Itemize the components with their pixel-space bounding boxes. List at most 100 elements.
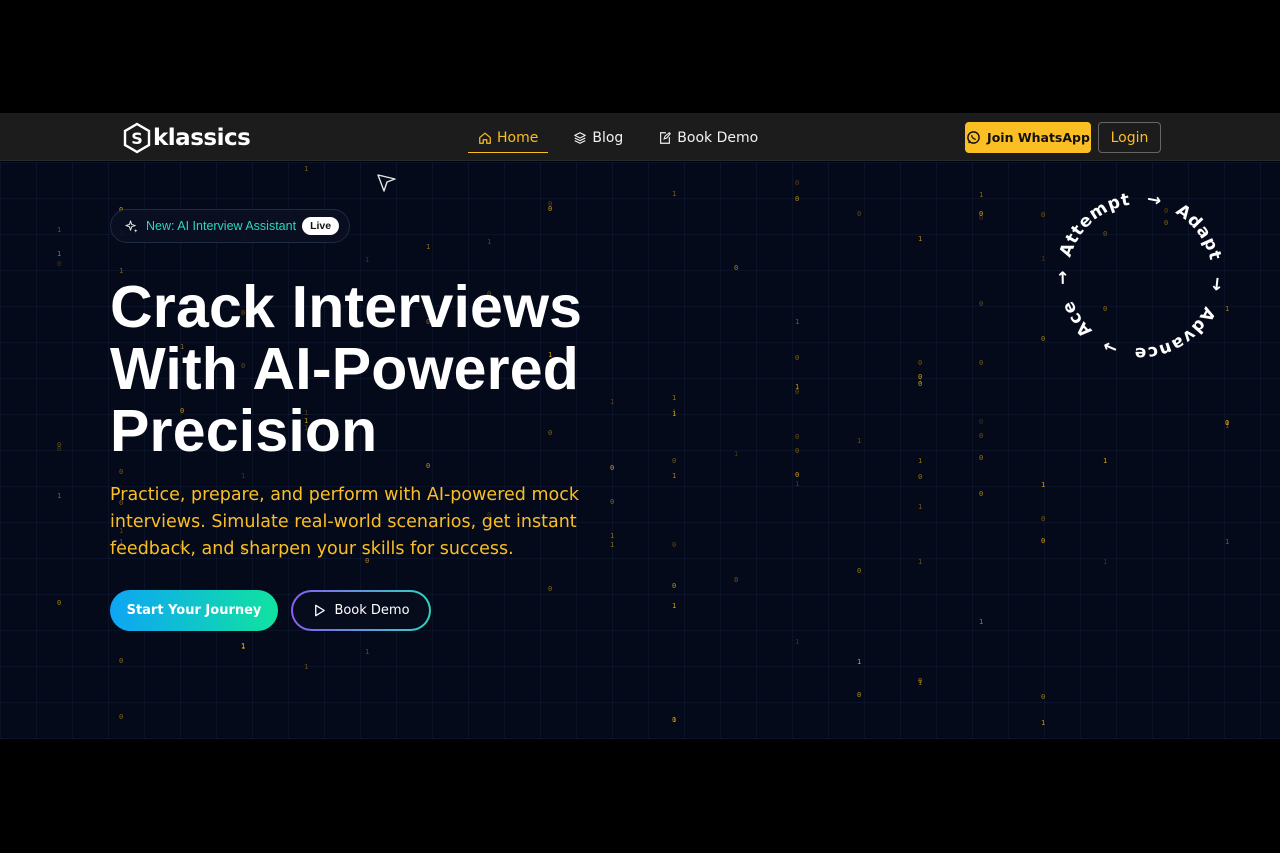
play-icon [315,604,326,617]
matrix-digit: 0 [548,585,553,593]
nav-item-home-label: Home [497,129,539,146]
matrix-digit: 0 [119,468,124,476]
matrix-digit: 1 [1041,719,1046,727]
matrix-digit: 0 [857,691,862,699]
matrix-digit: 0 [795,354,800,362]
matrix-digit: 1 [795,638,800,646]
navbar: S klassics Home Blog Book Demo Join What… [0,113,1280,161]
cycle-arrow-1: → [1145,189,1164,212]
matrix-digit: 0 [1041,515,1046,523]
matrix-digit: 1 [365,648,370,656]
matrix-digit: 1 [918,457,923,465]
cycle-arrow-2: → [1206,276,1228,293]
matrix-digit: 1 [795,318,800,326]
matrix-digit: 1 [918,679,923,687]
matrix-digit: 0 [734,264,739,272]
matrix-digit: 0 [979,418,984,426]
matrix-digit: 1 [426,243,431,251]
matrix-digit: 1 [734,450,739,458]
whatsapp-icon [967,131,980,144]
hero-subtext: Practice, prepare, and perform with AI-p… [110,485,579,559]
matrix-digit: 0 [795,433,800,441]
matrix-digit: 1 [979,191,984,199]
nav-item-home[interactable]: Home [468,123,549,153]
nav-item-book-demo-label: Book Demo [677,130,759,146]
matrix-digit: 1 [1103,558,1108,566]
brand-logo[interactable]: S klassics [122,122,251,154]
cycle-step-attempt: Attempt [1056,190,1132,260]
home-icon [479,132,491,144]
cycle-ring-graphic: Attempt → Adapt → Advance → Ace → [1053,189,1228,363]
letterbox-top [0,0,1280,113]
matrix-digit: 1 [57,226,62,234]
matrix-digit: 0 [1225,419,1230,427]
matrix-digit: 1 [365,256,370,264]
headline-line-2: With AI-Powered [110,336,580,402]
matrix-digit: 1 [857,658,862,666]
matrix-digit: 1 [241,472,246,480]
announcement-text: New: AI Interview Assistant [146,219,297,233]
cycle-arrow-4: → [1053,269,1073,285]
book-demo-label: Book Demo [334,603,410,618]
matrix-digit: 1 [610,541,615,549]
matrix-digit: 1 [918,558,923,566]
matrix-digit: 0 [795,388,800,396]
join-whatsapp-button[interactable]: Join WhatsApp [965,122,1091,153]
matrix-digit: 1 [610,532,615,540]
layers-icon [574,132,587,144]
book-demo-button-inner: Book Demo [293,592,429,629]
matrix-digit: 0 [57,441,62,449]
hero-headline: Crack Interviews With AI-Powered Precisi… [110,276,670,462]
join-whatsapp-label: Join WhatsApp [987,130,1090,145]
live-badge: Live [302,217,340,235]
matrix-digit: 1 [1225,538,1230,546]
letterbox-bottom [0,739,1280,853]
matrix-digit: 1 [918,235,923,243]
matrix-digit: 0 [979,300,984,308]
matrix-digit: 0 [119,713,124,721]
headline-line-1: Crack Interviews [110,274,583,340]
cursor-pointer-icon [377,174,396,192]
matrix-digit: 0 [672,716,677,724]
book-demo-button[interactable]: Book Demo [291,590,431,631]
matrix-digit: 0 [57,599,62,607]
matrix-digit: 0 [672,457,677,465]
matrix-digit: 0 [979,214,984,222]
matrix-digit: 0 [610,464,615,472]
matrix-digit: 0 [979,490,984,498]
matrix-digit: 1 [1103,457,1108,465]
main-nav: Home Blog Book Demo [468,123,768,153]
cycle-step-ace: Ace [1058,297,1096,341]
login-button[interactable]: Login [1098,122,1161,153]
matrix-digit: 0 [918,473,923,481]
matrix-digit: 0 [918,373,923,381]
matrix-digit: 0 [979,454,984,462]
matrix-digit: 1 [918,503,923,511]
matrix-digit: 1 [672,190,677,198]
matrix-digit: 0 [979,432,984,440]
announcement-badge[interactable]: New: AI Interview Assistant Live [110,209,350,243]
matrix-digit: 0 [979,359,984,367]
matrix-digit: 1 [857,437,862,445]
matrix-digit: 0 [672,582,677,590]
matrix-digit: 1 [1041,481,1046,489]
matrix-digit: 0 [1041,693,1046,701]
matrix-digit: 1 [795,480,800,488]
matrix-digit: 0 [57,260,62,268]
matrix-digit: 0 [918,359,923,367]
headline-line-3: Precision [110,398,378,464]
edit-icon [660,132,672,144]
nav-item-blog[interactable]: Blog [563,123,633,153]
matrix-digit: 0 [857,210,862,218]
matrix-digit: 0 [795,195,800,203]
nav-item-book-demo[interactable]: Book Demo [648,123,768,153]
brand-name: klassics [153,125,251,151]
cycle-step-advance: Advance [1134,303,1219,363]
hero-section: 1 0 1 0 0 1 0 1 1 1 0 0 0 0 0 0 1 0 0 1 0 0 1 1 1 1 0 0 1 1 1 1 1 0 1 1 0 1 0 0… [0,162,1280,739]
matrix-digit: 1 [672,472,677,480]
matrix-digit: 0 [426,462,431,470]
matrix-digit: 1 [672,602,677,610]
start-your-journey-button[interactable]: Start Your Journey [110,590,278,631]
matrix-digit: 1 [304,165,309,173]
matrix-digit: 0 [672,541,677,549]
